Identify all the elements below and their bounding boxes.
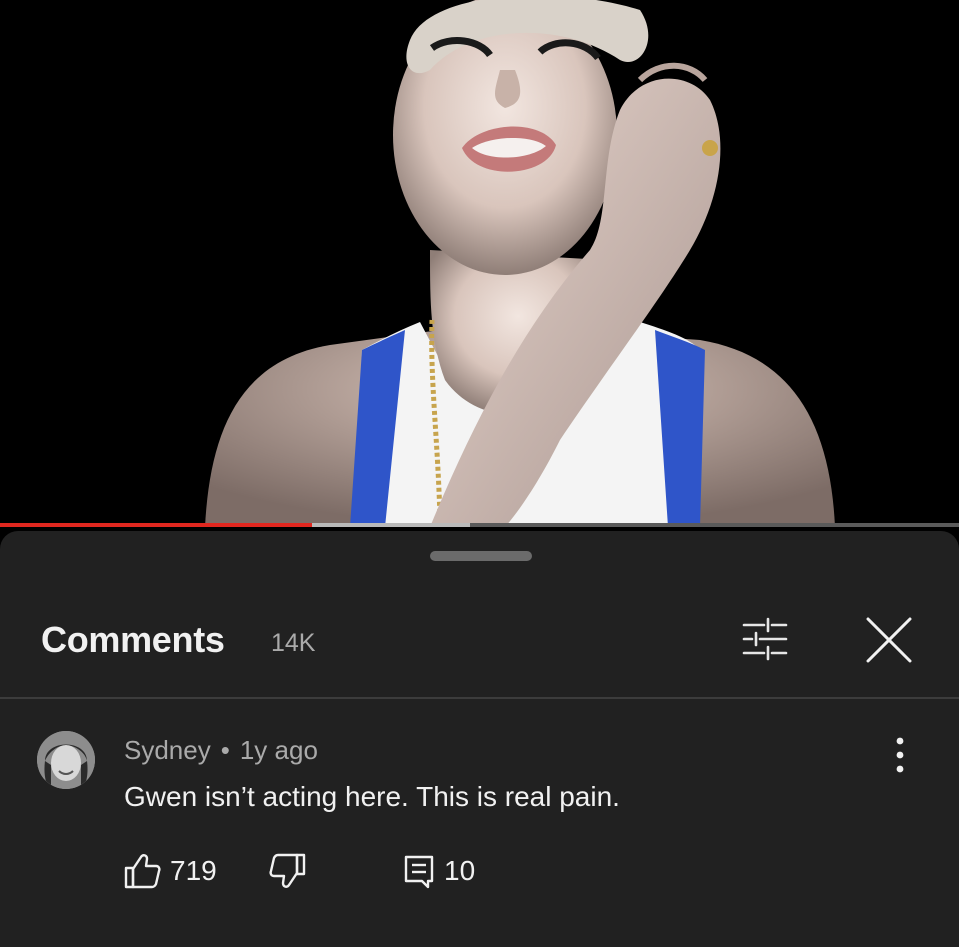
sort-filter-button[interactable]: [738, 613, 794, 669]
thumbs-up-icon: [124, 854, 161, 889]
comment-item: Sydney • 1y ago Gwen isn’t acting here. Th…: [0, 721, 959, 941]
meta-separator: •: [220, 735, 230, 765]
avatar[interactable]: [37, 731, 95, 789]
video-player[interactable]: [0, 0, 959, 527]
like-button[interactable]: 719: [122, 851, 217, 891]
comment-time: 1y ago: [239, 735, 318, 765]
comment-actions: 719 10: [120, 851, 620, 891]
comments-sheet: Comments 14K Sydney • 1y ago Gwen isn’t …: [0, 531, 959, 947]
video-frame: [0, 0, 959, 527]
comments-count: 14K: [271, 629, 316, 657]
comments-header: Comments 14K: [0, 601, 959, 691]
sliders-icon: [742, 617, 788, 661]
drag-handle[interactable]: [430, 551, 532, 561]
header-divider: [0, 697, 959, 699]
thumbs-down-icon: [269, 853, 306, 888]
reply-button[interactable]: 10: [402, 851, 475, 891]
comment-author[interactable]: Sydney: [124, 735, 211, 765]
reply-icon: [404, 855, 434, 889]
progress-played: [0, 523, 312, 527]
close-button[interactable]: [860, 611, 918, 669]
like-count: 719: [170, 855, 217, 886]
comments-title: Comments: [41, 619, 225, 660]
dislike-button[interactable]: [268, 851, 308, 891]
close-icon: [866, 617, 912, 663]
reply-count: 10: [444, 855, 476, 886]
more-vertical-icon: [896, 737, 904, 773]
avatar-image: [37, 731, 95, 789]
comment-text: Gwen isn’t acting here. This is real pai…: [124, 781, 620, 812]
video-progress-bar[interactable]: [0, 523, 959, 527]
comment-more-button[interactable]: [884, 733, 916, 779]
comment-meta: Sydney • 1y ago: [124, 735, 318, 766]
